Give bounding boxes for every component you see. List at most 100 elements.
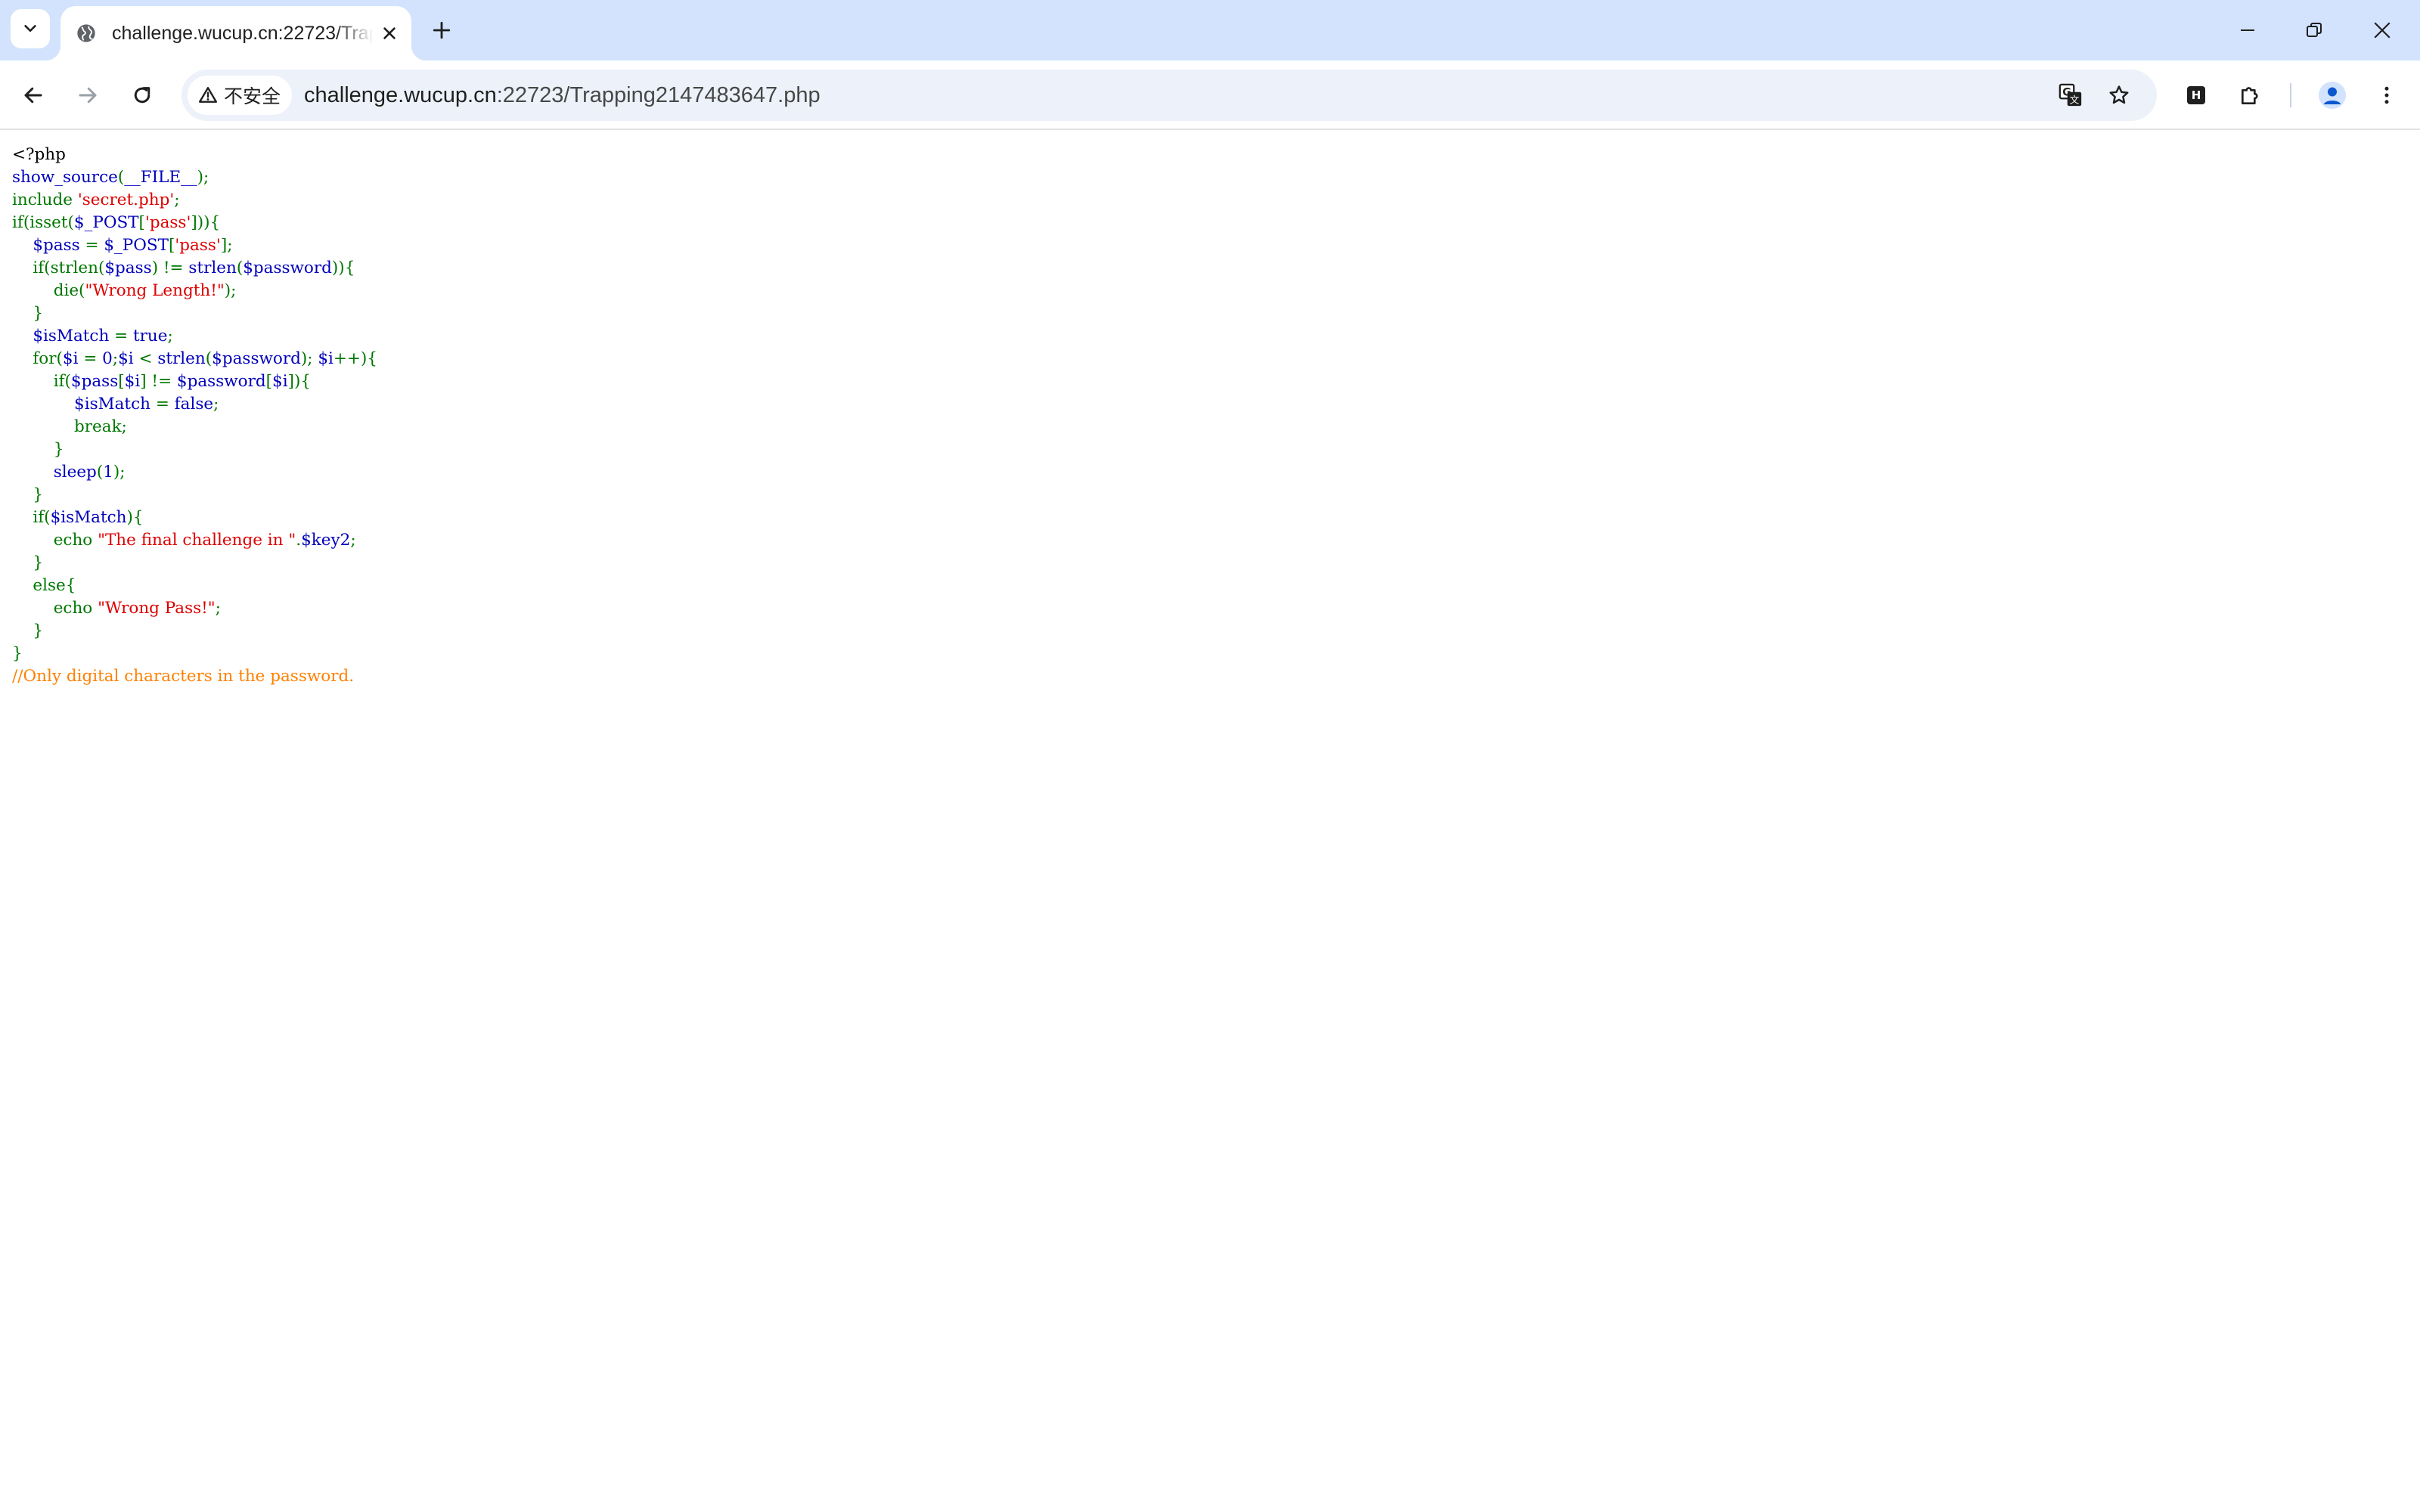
code-token: $i xyxy=(124,372,141,391)
tab-close-button[interactable] xyxy=(381,20,398,47)
code-line: else{ xyxy=(12,575,377,597)
code-line: } xyxy=(12,620,377,643)
toolbar-divider xyxy=(2290,83,2291,107)
reload-button[interactable] xyxy=(123,76,162,115)
code-token: $i xyxy=(118,349,139,368)
code-line: include 'secret.php'; xyxy=(12,189,377,212)
tab-strip: challenge.wucup.cn:22723/Trapping2147483… xyxy=(0,0,2420,60)
bookmark-button[interactable] xyxy=(2101,77,2137,113)
back-button[interactable] xyxy=(14,76,53,115)
code-token: [ xyxy=(118,372,125,391)
puzzle-icon xyxy=(2242,87,2258,104)
code-line: <?php xyxy=(12,144,377,166)
arrow-right-icon xyxy=(79,87,97,104)
reload-icon xyxy=(134,87,150,104)
code-line: echo "Wrong Pass!"; xyxy=(12,597,377,620)
extension-h-button[interactable]: H xyxy=(2176,76,2216,115)
code-token: ]; xyxy=(220,236,233,255)
svg-text:文: 文 xyxy=(2070,95,2080,107)
code-line: } xyxy=(12,552,377,575)
browser-menu-button[interactable] xyxy=(2367,76,2406,115)
code-token: ++){ xyxy=(333,349,378,368)
code-token: } xyxy=(12,644,23,663)
code-token: [ xyxy=(138,213,145,232)
code-line: } xyxy=(12,484,377,507)
code-token: ; xyxy=(213,395,219,414)
code-token: ); xyxy=(224,281,237,300)
globe-icon xyxy=(74,21,98,45)
code-token: } xyxy=(12,553,44,572)
code-token: } xyxy=(12,621,44,640)
url-text[interactable]: challenge.wucup.cn:22723/Trapping2147483… xyxy=(304,70,821,121)
code-token: if( xyxy=(12,372,71,391)
code-token: $key2 xyxy=(301,531,351,550)
code-token: ); xyxy=(197,168,209,187)
code-token: ){ xyxy=(126,508,144,527)
code-token: = xyxy=(83,349,103,368)
code-token: $isMatch xyxy=(33,327,115,345)
code-token: break; xyxy=(12,417,127,436)
code-token: <?php xyxy=(12,145,66,164)
code-token: ; xyxy=(174,191,180,209)
code-token: 'secret.php' xyxy=(77,191,175,209)
window-close-button[interactable] xyxy=(2352,8,2412,53)
code-line: die("Wrong Length!"); xyxy=(12,280,377,302)
code-token: ) != xyxy=(151,259,189,277)
code-token: $pass xyxy=(33,236,85,255)
code-token: 1 xyxy=(103,463,113,482)
security-indicator[interactable]: 不安全 xyxy=(188,76,292,115)
code-token: = xyxy=(155,395,175,414)
security-label: 不安全 xyxy=(224,85,281,107)
code-line: $isMatch = false; xyxy=(12,393,377,416)
minimize-button[interactable] xyxy=(2217,8,2278,53)
code-token: [ xyxy=(265,372,273,391)
translate-button[interactable]: G 文 xyxy=(2052,77,2089,113)
restore-button[interactable] xyxy=(2284,8,2344,53)
code-token: $password xyxy=(212,349,301,368)
code-token: show_source xyxy=(12,168,118,187)
code-token: $password xyxy=(243,259,332,277)
address-bar[interactable]: 不安全 challenge.wucup.cn:22723/Trapping214… xyxy=(182,70,2157,121)
code-token: ; xyxy=(215,599,221,618)
url-path: :22723/Trapping2147483647.php xyxy=(496,83,821,107)
profile-button[interactable] xyxy=(2313,76,2352,115)
php-source-code: <?php show_source(__FILE__); include 'secr… xyxy=(12,144,377,688)
code-token: ; xyxy=(350,531,356,550)
url-host: challenge.wucup.cn xyxy=(304,83,497,107)
arrow-left-icon xyxy=(24,87,42,104)
code-token: ); xyxy=(113,463,126,482)
code-token: include xyxy=(12,191,78,209)
code-token: } xyxy=(12,485,44,504)
code-token: } xyxy=(12,304,44,323)
code-token: sleep xyxy=(53,463,97,482)
code-token: $password xyxy=(176,372,266,391)
chevron-down-icon xyxy=(24,25,36,33)
code-token: $i xyxy=(272,372,288,391)
code-token: for( xyxy=(12,349,63,368)
code-token: $i xyxy=(62,349,84,368)
code-line: //Only digital characters in the passwor… xyxy=(12,665,377,688)
extensions-button[interactable] xyxy=(2231,76,2270,115)
code-token: $isMatch xyxy=(74,395,156,414)
code-token: $pass xyxy=(104,259,152,277)
close-icon xyxy=(383,27,396,39)
translate-icon: G 文 xyxy=(2059,83,2082,107)
new-tab-button[interactable] xyxy=(425,14,458,47)
code-token: else{ xyxy=(12,576,76,595)
forward-button[interactable] xyxy=(68,76,107,115)
code-token: "Wrong Pass!" xyxy=(98,599,216,618)
code-token: die( xyxy=(12,281,85,300)
code-token: echo xyxy=(12,531,98,550)
code-token: } xyxy=(12,440,64,459)
tab-search-button[interactable] xyxy=(11,9,50,48)
code-line: echo "The final challenge in ".$key2; xyxy=(12,529,377,552)
tab-active[interactable]: challenge.wucup.cn:22723/Trapping2147483… xyxy=(45,6,427,60)
code-line: } xyxy=(12,302,377,325)
code-token: $isMatch xyxy=(50,508,127,527)
code-token: if(strlen( xyxy=(12,259,105,277)
code-line: $pass = $_POST['pass']; xyxy=(12,234,377,257)
